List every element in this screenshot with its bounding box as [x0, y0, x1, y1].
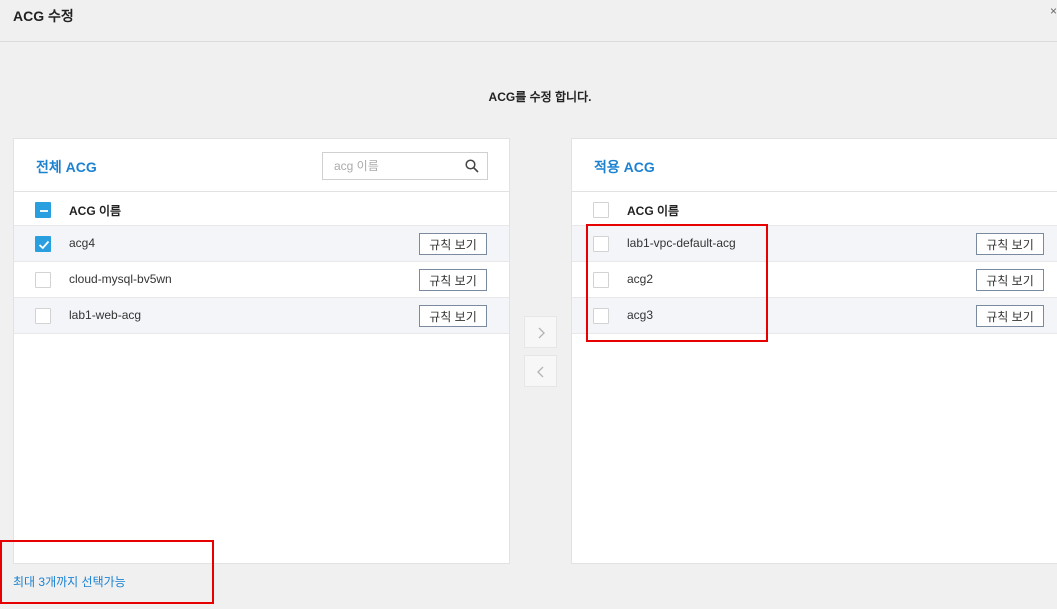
chevron-left-icon: [537, 366, 544, 378]
select-all-checkbox[interactable]: [35, 202, 51, 218]
column-header-label: ACG 이름: [627, 204, 680, 218]
highlight-box-footer-note: [0, 540, 214, 604]
table-row[interactable]: acg4 규칙 보기: [14, 226, 509, 262]
acg-search-input[interactable]: [323, 153, 453, 179]
row-checkbox[interactable]: [35, 236, 51, 252]
all-acg-panel-header: 전체 ACG: [14, 139, 509, 192]
minus-icon: [40, 210, 48, 212]
all-acg-panel: 전체 ACG ACG 이름 acg4 규칙 보기 cloud-mysql-bv5…: [13, 138, 510, 564]
column-header-label: ACG 이름: [69, 204, 122, 218]
row-checkbox[interactable]: [35, 272, 51, 288]
acg-name: lab1-web-acg: [69, 308, 142, 322]
dialog-header: ACG 수정 ×: [0, 0, 1057, 42]
acg-name: acg4: [69, 236, 96, 250]
highlight-box-applied-rows: [586, 224, 768, 342]
applied-acg-title: 적용 ACG: [594, 159, 655, 175]
check-icon: [38, 240, 50, 250]
close-icon[interactable]: ×: [1050, 4, 1057, 18]
dialog-title: ACG 수정: [13, 8, 74, 24]
table-row[interactable]: cloud-mysql-bv5wn 규칙 보기: [14, 262, 509, 298]
dialog-subtitle: ACG를 수정 합니다.: [488, 90, 592, 104]
table-row[interactable]: lab1-web-acg 규칙 보기: [14, 298, 509, 334]
add-acg-button[interactable]: [524, 316, 557, 348]
row-checkbox[interactable]: [35, 308, 51, 324]
all-acg-column-header: ACG 이름: [14, 192, 509, 226]
select-all-checkbox[interactable]: [593, 202, 609, 218]
applied-acg-panel-header: 적용 ACG: [572, 139, 1057, 192]
view-rules-button[interactable]: 규칙 보기: [976, 233, 1044, 255]
applied-acg-column-header: ACG 이름: [572, 192, 1057, 226]
view-rules-button[interactable]: 규칙 보기: [976, 305, 1044, 327]
acg-search-box: [322, 152, 488, 180]
acg-name: cloud-mysql-bv5wn: [69, 272, 172, 286]
remove-acg-button[interactable]: [524, 355, 557, 387]
search-icon[interactable]: [465, 159, 479, 173]
view-rules-button[interactable]: 규칙 보기: [419, 305, 487, 327]
view-rules-button[interactable]: 규칙 보기: [976, 269, 1044, 291]
applied-acg-panel: 적용 ACG ACG 이름 lab1-vpc-default-acg 규칙 보기…: [571, 138, 1057, 564]
chevron-right-icon: [538, 327, 545, 339]
all-acg-title: 전체 ACG: [36, 159, 97, 175]
view-rules-button[interactable]: 규칙 보기: [419, 233, 487, 255]
view-rules-button[interactable]: 규칙 보기: [419, 269, 487, 291]
